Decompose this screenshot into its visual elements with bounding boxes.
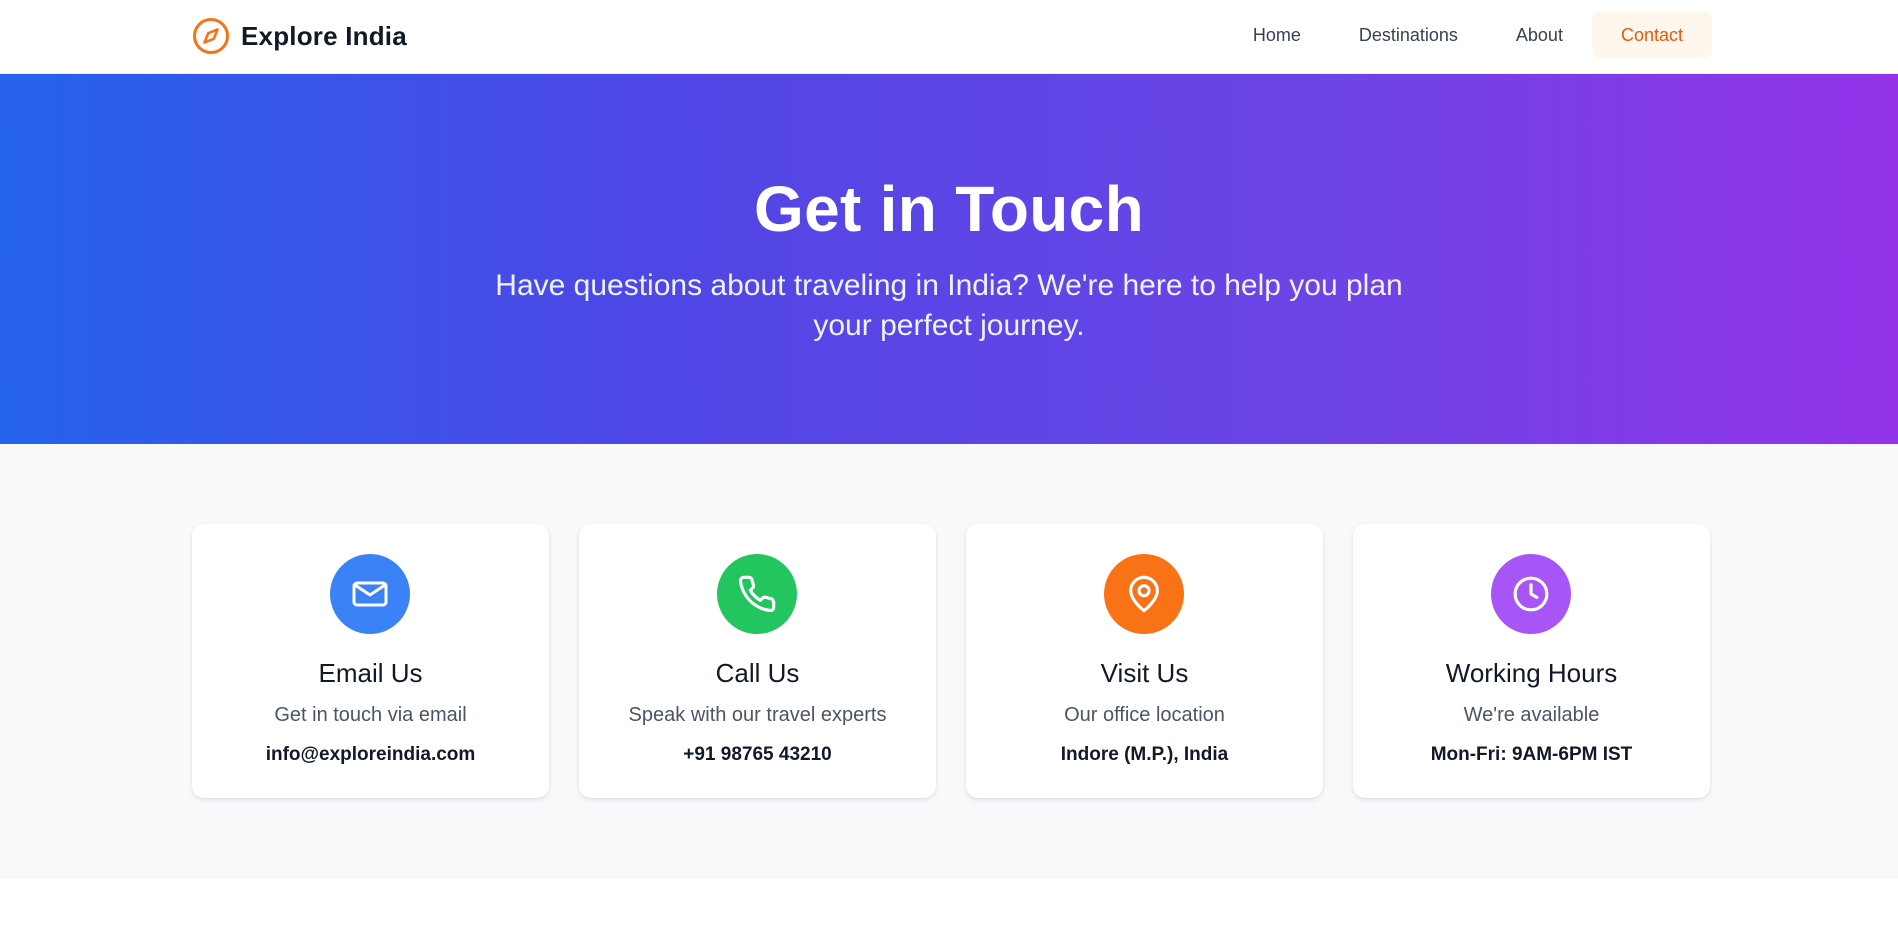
email-address[interactable]: info@exploreindia.com <box>192 744 549 766</box>
card-title: Visit Us <box>1100 658 1189 688</box>
map-pin-icon <box>1104 554 1184 634</box>
contact-card-phone: Call Us Speak with our travel experts +9… <box>579 524 936 798</box>
phone-icon <box>717 554 797 634</box>
card-title: Email Us <box>318 658 423 688</box>
nav-link-contact[interactable]: Contact <box>1591 12 1712 58</box>
clock-icon <box>1491 554 1571 634</box>
contact-card-visit: Visit Us Our office location Indore (M.P… <box>966 524 1323 798</box>
brand-logo-link[interactable]: Explore India <box>192 16 407 56</box>
working-hours: Mon-Fri: 9AM-6PM IST <box>1430 744 1633 765</box>
hero-title: Get in Touch <box>754 173 1144 245</box>
hero-subtitle: Have questions about traveling in India?… <box>495 269 1403 342</box>
main-nav: Home Destinations About Contact <box>1224 12 1712 58</box>
nav-link-destinations[interactable]: Destinations <box>1330 12 1487 58</box>
card-description: We're available <box>1463 704 1600 726</box>
mail-icon <box>330 554 410 634</box>
card-description: Get in touch via email <box>274 704 467 726</box>
card-title: Working Hours <box>1445 658 1618 688</box>
card-title: Call Us <box>715 658 800 688</box>
contact-card-email: Email Us Get in touch via email info@exp… <box>192 524 549 798</box>
card-description: Our office location <box>1064 704 1225 726</box>
brand-name: Explore India <box>241 20 407 51</box>
nav-link-home[interactable]: Home <box>1224 12 1330 58</box>
contact-cards-section: Email Us Get in touch via email info@exp… <box>0 444 1898 879</box>
phone-number[interactable]: +91 98765 43210 <box>579 744 936 766</box>
nav-link-about[interactable]: About <box>1487 12 1592 58</box>
hero-banner: Get in Touch Have questions about travel… <box>0 74 1898 444</box>
compass-icon <box>192 17 230 55</box>
office-address: Indore (M.P.), India <box>1060 744 1229 765</box>
contact-card-hours: Working Hours We're available Mon-Fri: 9… <box>1353 524 1710 798</box>
top-navbar: Explore India Home Destinations About Co… <box>0 0 1898 74</box>
card-description: Speak with our travel experts <box>628 704 887 726</box>
